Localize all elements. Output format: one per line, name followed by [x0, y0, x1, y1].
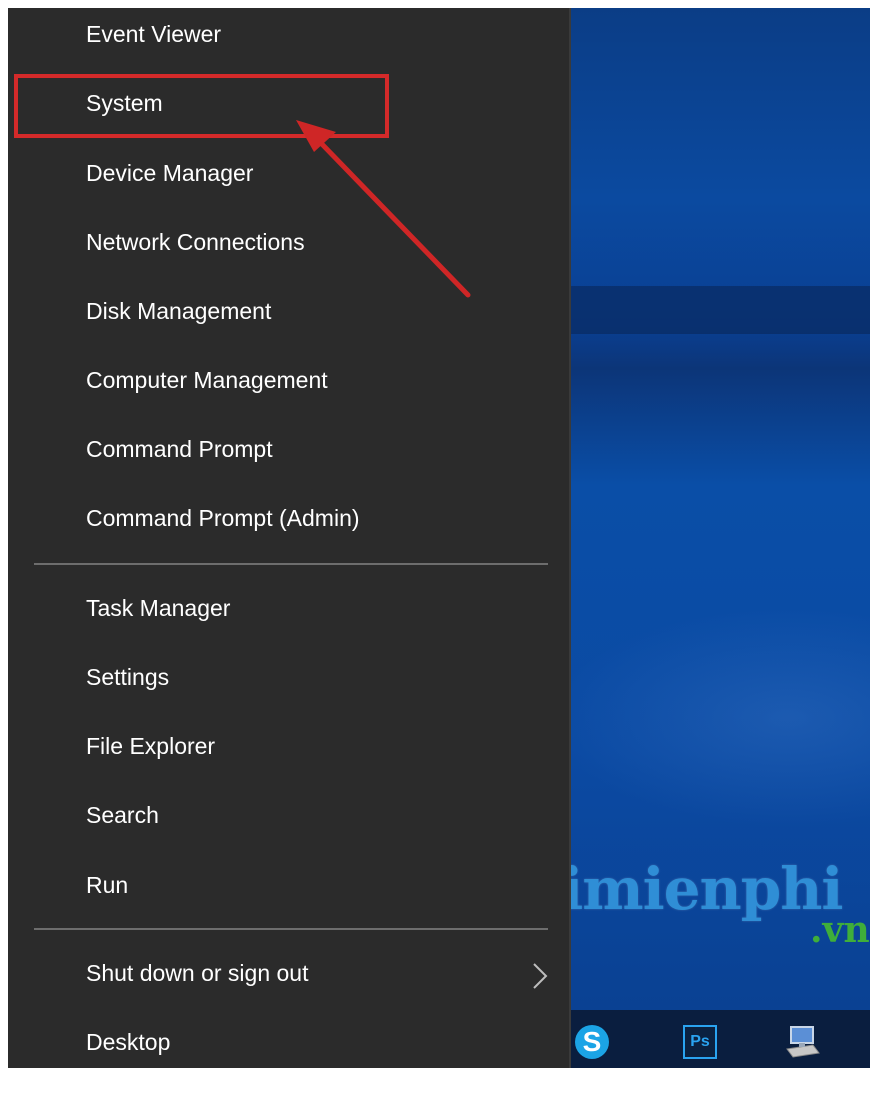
wallpaper-band	[570, 286, 870, 334]
skype-glyph: S	[575, 1025, 609, 1059]
menu-item-device-manager[interactable]: Device Manager	[86, 153, 253, 193]
menu-item-command-prompt[interactable]: Command Prompt	[86, 429, 273, 469]
menu-item-event-viewer[interactable]: Event Viewer	[86, 14, 221, 54]
menu-item-search[interactable]: Search	[86, 795, 159, 835]
menu-separator	[34, 928, 548, 930]
chevron-right-icon	[528, 956, 552, 996]
menu-item-disk-management[interactable]: Disk Management	[86, 291, 271, 331]
menu-item-run[interactable]: Run	[86, 865, 128, 905]
menu-item-settings[interactable]: Settings	[86, 657, 169, 697]
menu-separator	[34, 563, 548, 565]
menu-item-command-prompt-admin[interactable]: Command Prompt (Admin)	[86, 498, 360, 538]
desktop-wallpaper	[570, 8, 870, 1068]
winx-power-user-menu: Event Viewer System Device Manager Netwo…	[8, 8, 571, 1068]
skype-icon[interactable]: S	[572, 1022, 612, 1062]
highlight-box	[14, 74, 389, 138]
menu-item-computer-management[interactable]: Computer Management	[86, 360, 328, 400]
wallpaper-glow	[570, 608, 870, 828]
menu-item-desktop[interactable]: Desktop	[86, 1022, 170, 1062]
menu-item-task-manager[interactable]: Task Manager	[86, 588, 230, 628]
photoshop-icon[interactable]: Ps	[680, 1022, 720, 1062]
menu-item-network-connections[interactable]: Network Connections	[86, 222, 305, 262]
menu-item-shut-down-or-sign-out[interactable]: Shut down or sign out	[86, 953, 308, 993]
menu-item-file-explorer[interactable]: File Explorer	[86, 726, 215, 766]
photoshop-glyph: Ps	[683, 1025, 717, 1059]
network-computer-icon[interactable]	[782, 1022, 822, 1062]
taskbar: S Ps	[570, 1010, 870, 1068]
